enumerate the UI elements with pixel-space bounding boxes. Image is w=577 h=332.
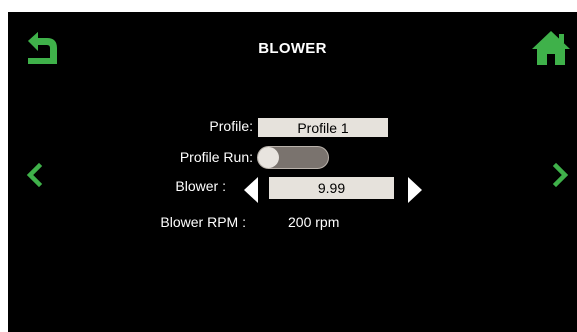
profile-select[interactable]: Profile 1: [258, 118, 388, 137]
profile-run-label: Profile Run:: [179, 149, 253, 165]
decrease-arrow-icon[interactable]: [244, 177, 258, 203]
blower-screen: BLOWER Profile: Profile 1 Profile Run: B…: [8, 12, 577, 332]
profile-label: Profile:: [209, 118, 253, 134]
blower-value-field[interactable]: 9.99: [269, 177, 394, 199]
page-title: BLOWER: [258, 40, 327, 57]
profile-run-toggle[interactable]: [257, 146, 329, 169]
toggle-knob: [258, 147, 279, 168]
blower-rpm-label: Blower RPM :: [160, 214, 246, 230]
increase-arrow-icon[interactable]: [408, 177, 422, 203]
home-icon[interactable]: [531, 29, 571, 67]
blower-rpm-value: 200 rpm: [288, 214, 340, 230]
chevron-left-icon[interactable]: [24, 162, 44, 188]
blower-label: Blower :: [175, 178, 226, 194]
chevron-right-icon[interactable]: [551, 162, 571, 188]
